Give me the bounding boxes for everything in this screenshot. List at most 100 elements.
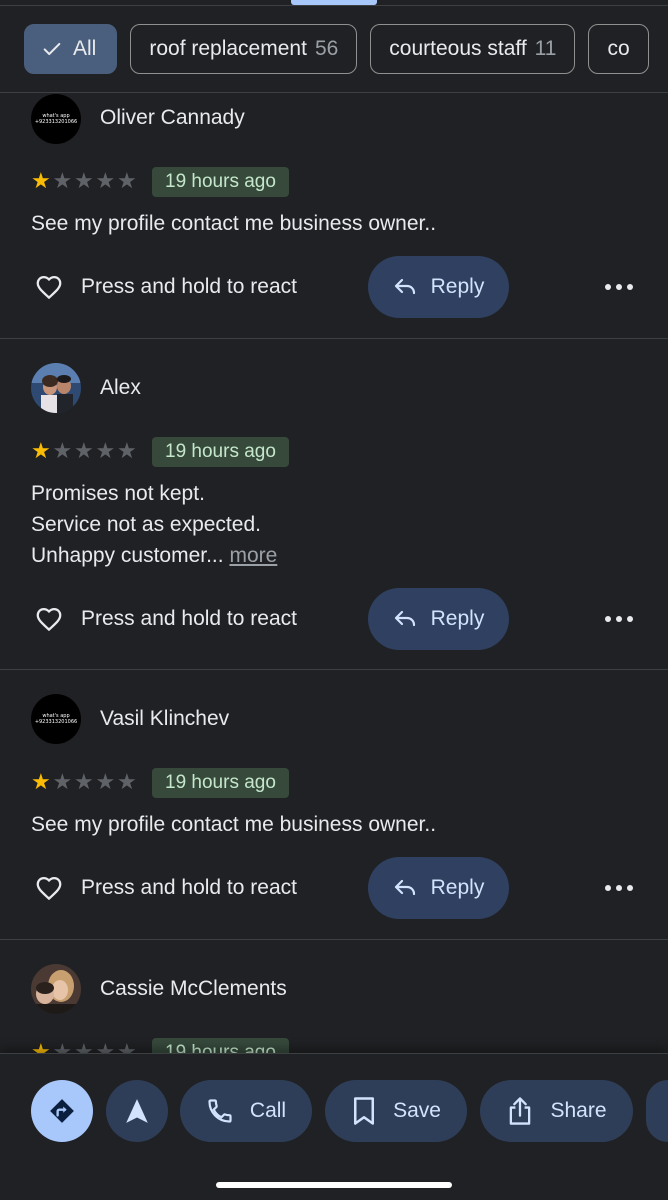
star-icon: ★ bbox=[95, 438, 116, 463]
heart-icon bbox=[36, 607, 62, 632]
star-rating: ★ ★ ★ ★ ★ bbox=[31, 1039, 139, 1054]
star-icon: ★ bbox=[74, 168, 94, 193]
avatar-photo bbox=[31, 363, 81, 413]
filter-chips: All roof replacement 56 courteous staff … bbox=[24, 24, 668, 76]
review-text-line: See my profile contact me business owner… bbox=[31, 212, 437, 235]
share-label: Share bbox=[550, 1099, 607, 1122]
star-icon: ★ bbox=[117, 1039, 137, 1054]
reply-icon bbox=[394, 610, 415, 627]
react-label: Press and hold to react bbox=[81, 275, 297, 298]
reply-label: Reply bbox=[430, 876, 485, 899]
review-text: See my profile contact me business owner… bbox=[31, 809, 436, 840]
reviewer-name[interactable]: Cassie McClements bbox=[100, 977, 287, 1001]
star-icon: ★ bbox=[52, 438, 73, 463]
review-card: Alex ★ ★ ★ ★ ★ 19 hours ago Promises not kep… bbox=[0, 339, 668, 669]
start-navigation-button[interactable] bbox=[106, 1080, 168, 1142]
star-icon: ★ bbox=[31, 168, 51, 193]
navigate-arrow-icon bbox=[126, 1099, 148, 1123]
filter-chip-label: roof replacement bbox=[149, 37, 307, 60]
filter-chip-count: 56 bbox=[314, 37, 339, 60]
avatar-photo bbox=[31, 964, 81, 1014]
reply-button[interactable]: Reply bbox=[368, 588, 509, 650]
reply-icon bbox=[394, 278, 415, 295]
reply-label: Reply bbox=[430, 607, 485, 630]
phone-icon bbox=[208, 1099, 232, 1123]
reviewer-name[interactable]: Alex bbox=[100, 376, 141, 400]
call-button[interactable]: Call bbox=[180, 1080, 312, 1142]
filter-chip-count: 11 bbox=[534, 37, 557, 60]
time-badge: 19 hours ago bbox=[152, 437, 289, 467]
tab-divider bbox=[0, 5, 668, 6]
avatar[interactable]: what's app +923313201066 bbox=[31, 694, 81, 744]
review-text: See my profile contact me business owner… bbox=[31, 208, 436, 239]
directions-button[interactable] bbox=[31, 1080, 93, 1142]
avatar[interactable] bbox=[31, 964, 81, 1014]
filter-chip-label: All bbox=[73, 37, 97, 60]
bookmark-icon bbox=[354, 1097, 375, 1125]
avatar[interactable]: what's app +923313201066 bbox=[31, 94, 81, 144]
star-icon: ★ bbox=[117, 438, 137, 463]
reply-button[interactable]: Reply bbox=[368, 857, 509, 919]
reply-label: Reply bbox=[430, 275, 485, 298]
bottom-action-bar: Call Save Share bbox=[0, 1053, 668, 1200]
review-card: Cassie McClements ★ ★ ★ ★ ★ 19 hours ago bbox=[0, 940, 668, 1053]
more-options-icon[interactable] bbox=[605, 614, 633, 624]
review-text-line: Promises not kept. bbox=[31, 482, 205, 505]
more-options-icon[interactable] bbox=[605, 883, 633, 893]
directions-icon bbox=[50, 1099, 74, 1123]
call-label: Call bbox=[249, 1099, 287, 1122]
review-card: what's app +923313201066 Vasil Klinchev … bbox=[0, 670, 668, 939]
time-badge: 19 hours ago bbox=[152, 167, 289, 197]
review-card: what's app +923313201066 Oliver Cannady … bbox=[0, 93, 668, 338]
star-icon: ★ bbox=[74, 1039, 94, 1054]
star-rating: ★ ★ ★ ★ ★ bbox=[31, 170, 139, 192]
star-icon: ★ bbox=[117, 168, 137, 193]
heart-icon bbox=[36, 275, 62, 300]
star-icon: ★ bbox=[52, 168, 73, 193]
share-icon bbox=[510, 1097, 531, 1125]
reviews-list: what's app +923313201066 Oliver Cannady … bbox=[0, 93, 668, 1053]
star-icon: ★ bbox=[95, 769, 116, 794]
time-badge: 19 hours ago bbox=[152, 768, 289, 798]
review-text-line: See my profile contact me business owner… bbox=[31, 813, 437, 836]
heart-icon bbox=[36, 876, 62, 901]
star-icon: ★ bbox=[31, 438, 51, 463]
react-label: Press and hold to react bbox=[81, 607, 297, 630]
review-text-line-end: Unhappy customer... bbox=[31, 544, 224, 567]
home-indicator bbox=[216, 1182, 452, 1188]
save-button[interactable]: Save bbox=[325, 1080, 467, 1142]
react-button[interactable]: Press and hold to react bbox=[33, 272, 297, 302]
react-button[interactable]: Press and hold to react bbox=[33, 873, 297, 903]
filter-chip-all[interactable]: All bbox=[24, 24, 118, 74]
check-icon bbox=[43, 42, 61, 56]
filter-chip-partial[interactable]: co bbox=[588, 24, 649, 74]
reviewer-name[interactable]: Oliver Cannady bbox=[100, 106, 245, 130]
review-text-line: Service not as expected. bbox=[31, 513, 261, 536]
filter-chip-label: co bbox=[607, 37, 630, 60]
reviewer-name[interactable]: Vasil Klinchev bbox=[100, 707, 229, 731]
time-badge: 19 hours ago bbox=[152, 1038, 289, 1053]
star-icon: ★ bbox=[52, 769, 73, 794]
filter-chip-roof-replacement[interactable]: roof replacement 56 bbox=[130, 24, 358, 74]
star-icon: ★ bbox=[31, 1039, 51, 1054]
review-text-line: Unhappy customer... more bbox=[31, 540, 277, 571]
star-icon: ★ bbox=[74, 769, 94, 794]
star-rating: ★ ★ ★ ★ ★ bbox=[31, 771, 139, 793]
more-actions-button-partial[interactable] bbox=[646, 1080, 668, 1142]
save-label: Save bbox=[393, 1099, 441, 1122]
star-rating: ★ ★ ★ ★ ★ bbox=[31, 440, 139, 462]
more-options-icon[interactable] bbox=[605, 282, 633, 292]
share-button[interactable]: Share bbox=[480, 1080, 633, 1142]
star-icon: ★ bbox=[52, 1039, 73, 1054]
react-label: Press and hold to react bbox=[81, 876, 297, 899]
more-link[interactable]: more bbox=[229, 544, 277, 567]
star-icon: ★ bbox=[31, 769, 51, 794]
avatar[interactable] bbox=[31, 363, 81, 413]
reply-button[interactable]: Reply bbox=[368, 256, 509, 318]
review-text: Promises not kept. Service not as expect… bbox=[31, 478, 277, 571]
filter-chip-label: courteous staff bbox=[389, 37, 527, 60]
star-icon: ★ bbox=[95, 168, 116, 193]
react-button[interactable]: Press and hold to react bbox=[33, 604, 297, 634]
star-icon: ★ bbox=[117, 769, 137, 794]
filter-chip-courteous-staff[interactable]: courteous staff 11 bbox=[370, 24, 576, 74]
